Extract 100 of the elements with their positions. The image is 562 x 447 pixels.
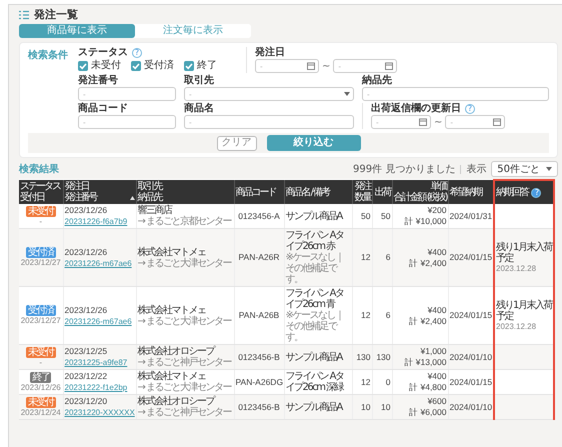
order-quantity: 130 bbox=[355, 352, 370, 362]
filter-button[interactable]: 絞り込む bbox=[266, 135, 360, 151]
checkbox[interactable] bbox=[78, 61, 88, 71]
status-badge: 未受付 bbox=[26, 396, 56, 408]
received-date: 2023/12/27 bbox=[20, 316, 62, 326]
result-count: 999件 見つかりました bbox=[353, 163, 456, 176]
desired-date: 2024/01/31 bbox=[450, 210, 492, 222]
help-icon[interactable]: ? bbox=[531, 188, 541, 198]
column-header: 商品名 / 備考 bbox=[286, 186, 330, 198]
calendar-icon bbox=[385, 62, 394, 70]
status-badge: 受付済 bbox=[26, 247, 56, 258]
order-date: 2023/12/20 bbox=[64, 396, 108, 407]
checkbox-label: 未受付 bbox=[91, 60, 121, 72]
page-title: 発注一覧 bbox=[34, 8, 78, 21]
display-label: 表示 bbox=[466, 162, 486, 176]
delivery-reply: 残り1月末入荷予定 bbox=[496, 242, 552, 264]
status-badge: 終了 bbox=[30, 372, 52, 382]
column-header: 商品コード bbox=[236, 186, 276, 198]
reply-date: 2023.12.28 bbox=[496, 322, 538, 332]
column-header: 出荷 bbox=[374, 186, 390, 198]
order-quantity: 50 bbox=[360, 210, 370, 222]
field-label: ステータス bbox=[78, 47, 128, 58]
search-heading: 検索条件 bbox=[28, 48, 69, 62]
total-amount: 計 ¥2,400 bbox=[408, 258, 446, 268]
order-date: 2023/12/26 bbox=[64, 205, 108, 216]
partner-name: 響三商店 bbox=[138, 205, 173, 216]
column-header: 発注 bbox=[354, 181, 370, 192]
shipped-quantity: 50 bbox=[380, 210, 390, 222]
unit-price: ¥400 bbox=[426, 246, 446, 258]
desired-date: 2024/01/15 bbox=[450, 252, 492, 263]
column-header: 発注日 bbox=[64, 181, 88, 192]
order-number-link[interactable]: 20231226-f6a7b9 bbox=[64, 217, 128, 227]
field-label: 商品コード bbox=[78, 103, 129, 114]
desired-date: 2024/01/15 bbox=[450, 376, 492, 388]
shipped-quantity: 130 bbox=[375, 352, 390, 362]
partner-name: 株式会社マトメェ bbox=[138, 246, 206, 258]
per-page-select[interactable]: 50件ごと bbox=[491, 161, 558, 177]
status-badge: 未受付 bbox=[26, 206, 56, 216]
order-number-field[interactable]: - bbox=[78, 87, 176, 101]
delivery-name: → まるごと京都センター bbox=[138, 216, 232, 227]
product-name: フライパン Aタイプ26cm 深緑 bbox=[286, 371, 345, 393]
total-amount: 計 ¥10,000 bbox=[403, 216, 446, 227]
help-icon[interactable]: ? bbox=[465, 104, 475, 114]
product-name-field[interactable]: - bbox=[184, 115, 354, 129]
order-date: 2023/12/22 bbox=[64, 371, 108, 382]
product-code-field[interactable]: - bbox=[78, 115, 176, 129]
delivery-reply: 残り1月末入荷予定 bbox=[496, 300, 552, 322]
date-field[interactable]: - bbox=[333, 59, 398, 73]
field-label: 出荷返信欄の更新日 bbox=[371, 103, 461, 114]
total-amount: 計 ¥4,800 bbox=[408, 382, 446, 393]
product-code: PAN-A26B bbox=[238, 310, 280, 321]
order-number-link[interactable]: 20231226-m67ae6 bbox=[64, 258, 132, 268]
product-name: フライパン Aタイプ26cm 赤 bbox=[286, 230, 345, 252]
received-date: - bbox=[38, 216, 44, 226]
date-field[interactable]: - bbox=[371, 115, 431, 129]
order-number-link[interactable]: 20231220-XXXXXX bbox=[64, 408, 135, 418]
received-date: - bbox=[38, 358, 44, 368]
checkbox-label: 受付済 bbox=[144, 60, 174, 72]
product-code: 0123456-B bbox=[237, 352, 281, 362]
results-heading: 検索結果 bbox=[19, 162, 59, 176]
clear-button[interactable]: クリア bbox=[216, 136, 256, 150]
checkbox[interactable] bbox=[131, 61, 141, 71]
shipped-quantity: 10 bbox=[380, 402, 390, 412]
order-number-link[interactable]: 20231222-f1e2bp bbox=[64, 383, 128, 393]
unit-price: ¥1,000 bbox=[420, 346, 446, 357]
list-icon bbox=[19, 10, 29, 20]
reply-date: 2023.12.28 bbox=[496, 264, 538, 274]
partner-name: 株式会社オロシープ bbox=[138, 346, 216, 357]
view-tab[interactable]: 商品毎に表示 bbox=[19, 24, 135, 38]
partner-name: 株式会社マトメェ bbox=[138, 304, 206, 316]
product-code: 0123456-A bbox=[237, 210, 281, 222]
delivery-name: → まるごと大津センター bbox=[138, 382, 232, 393]
field-label: 発注番号 bbox=[78, 75, 119, 86]
desired-date: 2024/01/15 bbox=[450, 310, 492, 321]
column-header: 希望納期 bbox=[450, 186, 482, 198]
checkbox[interactable] bbox=[184, 61, 194, 71]
column-header: 合計金額 (税抜) bbox=[394, 192, 446, 203]
product-name: フライパン Aタイプ26cm 青 bbox=[286, 288, 345, 310]
status-badge: 未受付 bbox=[26, 346, 56, 358]
total-amount: 計 ¥2,400 bbox=[408, 316, 446, 326]
product-code: PAN-A26DG bbox=[236, 376, 282, 388]
order-date: 2023/12/26 bbox=[64, 246, 108, 258]
order-number-link[interactable]: 20231225-a9fe87 bbox=[64, 358, 128, 368]
caret-icon bbox=[546, 167, 552, 171]
delivery-field[interactable]: - bbox=[362, 87, 549, 101]
checkbox-label: 終了 bbox=[197, 60, 217, 72]
product-name: サンプル商品A bbox=[286, 210, 344, 222]
column-header: 納品先 bbox=[138, 192, 162, 203]
order-quantity: 10 bbox=[360, 402, 370, 412]
sort-icon[interactable] bbox=[130, 196, 134, 200]
order-number-link[interactable]: 20231226-m67ae6 bbox=[64, 316, 132, 326]
calendar-icon bbox=[307, 62, 315, 70]
shipped-quantity: 0 bbox=[384, 376, 390, 388]
partner-select[interactable]: - bbox=[184, 87, 354, 101]
product-code: PAN-A26R bbox=[238, 252, 280, 263]
help-icon[interactable]: ? bbox=[132, 48, 142, 58]
date-field[interactable]: - bbox=[445, 115, 506, 129]
product-name: サンプル商品A bbox=[286, 402, 344, 412]
order-date: 2023/12/26 bbox=[64, 304, 108, 316]
date-field[interactable]: - bbox=[255, 59, 319, 73]
